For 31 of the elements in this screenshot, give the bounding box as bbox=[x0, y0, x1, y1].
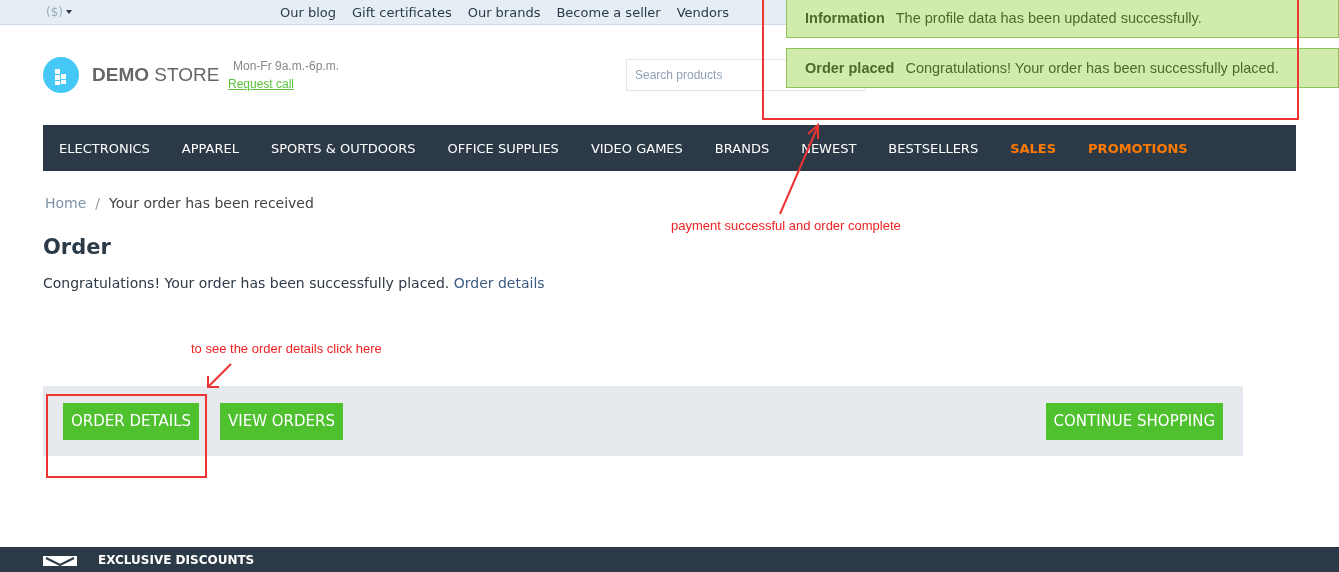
order-message: Congratulations! Your order has been successfully placed. Order details bbox=[43, 275, 546, 291]
store-logo[interactable]: DEMO STORE bbox=[92, 64, 228, 86]
menu-item[interactable]: SPORTS & OUTDOORS bbox=[270, 140, 416, 156]
footer-heading: EXCLUSIVE DISCOUNTS bbox=[98, 552, 255, 567]
menu-item[interactable]: PROMOTIONS bbox=[1088, 140, 1188, 156]
order-details-link[interactable]: Order details bbox=[453, 275, 545, 291]
annotation-text: to see the order details click here bbox=[191, 341, 382, 356]
annotation-arrow bbox=[205, 362, 233, 390]
top-link[interactable]: Our brands bbox=[467, 4, 541, 20]
breadcrumb-separator: / bbox=[95, 195, 101, 211]
annotation-text: payment successful and order complete bbox=[671, 218, 901, 233]
menu-item[interactable]: SALES bbox=[1010, 140, 1057, 156]
top-link[interactable]: Become a seller bbox=[556, 4, 661, 20]
notification-title: Information bbox=[805, 10, 885, 26]
envelope-icon bbox=[42, 553, 78, 566]
notification-text: Congratulations! Your order has been successfully placed. bbox=[905, 60, 1279, 76]
menu-item[interactable]: VIDEO GAMES bbox=[590, 140, 683, 156]
notification-text: The profile data has been updated successfully. bbox=[895, 10, 1202, 26]
menu-item[interactable]: APPAREL bbox=[181, 140, 239, 156]
top-link[interactable]: Gift certificates bbox=[352, 4, 452, 20]
working-hours: Mon-Fr 9a.m.-6p.m. bbox=[232, 59, 340, 73]
menu-item[interactable]: BRANDS bbox=[714, 140, 770, 156]
logo-icon bbox=[43, 57, 79, 93]
menu-item[interactable]: ELECTRONICS bbox=[59, 140, 150, 156]
caret-icon[interactable] bbox=[66, 10, 72, 14]
top-link[interactable]: Our blog bbox=[280, 4, 337, 20]
menu-item[interactable]: OFFICE SUPPLIES bbox=[447, 140, 559, 156]
page-title: Order bbox=[43, 235, 112, 259]
breadcrumb-current: Your order has been received bbox=[109, 195, 314, 211]
menu-item[interactable]: BESTSELLERS bbox=[888, 140, 979, 156]
top-link[interactable]: Vendors bbox=[676, 4, 730, 20]
